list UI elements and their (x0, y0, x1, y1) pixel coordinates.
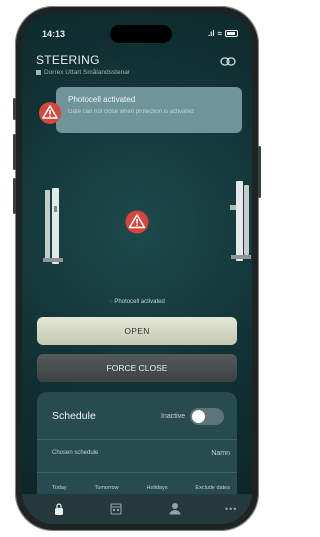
divider (37, 472, 237, 473)
volume-down-button (13, 178, 16, 214)
bottom-nav: ••• (22, 494, 252, 524)
alert-status-icon (125, 210, 149, 234)
volume-up-button (13, 134, 16, 170)
side-button (13, 98, 16, 120)
tab-today[interactable]: Today (52, 485, 67, 491)
status-icons: .ıl ≈ (208, 29, 238, 38)
user-icon[interactable] (169, 502, 181, 515)
chosen-schedule-label: Chosen schedule (52, 450, 99, 456)
battery-icon (225, 30, 238, 37)
site-subtitle: Dorrex Uttart Smålandsstenar (36, 69, 130, 76)
photocell-status-text: Photocell activated (114, 299, 165, 305)
tab-tomorrow[interactable]: Tomorrow (95, 485, 119, 491)
photocell-status: ◌ Photocell activated (22, 299, 252, 305)
notification-message: Gate can not close when protection is ac… (68, 109, 194, 115)
tab-exclude-dates[interactable]: Exclude dates (195, 485, 230, 491)
chosen-schedule-row[interactable]: Chosen schedule Namn (52, 450, 230, 457)
schedule-status: Inactive (161, 413, 186, 420)
signal-icon: .ıl (207, 29, 215, 38)
schedule-toggle[interactable] (190, 408, 224, 425)
force-close-button[interactable]: FORCE CLOSE (37, 354, 237, 382)
building-icon (36, 70, 41, 75)
power-button (258, 146, 261, 198)
notification-banner[interactable]: Photocell activated Gate can not close w… (56, 87, 242, 133)
schedule-tabs: Today Tomorrow Holidays Exclude dates (52, 485, 230, 491)
schedule-title: Schedule (52, 410, 96, 422)
warning-icon (39, 102, 61, 124)
more-icon[interactable]: ••• (225, 504, 237, 514)
notification-title: Photocell activated (68, 95, 136, 104)
tab-holidays[interactable]: Holidays (147, 485, 168, 491)
chosen-schedule-value: Namn (211, 450, 230, 457)
site-name: Dorrex Uttart Smålandsstenar (44, 69, 130, 76)
status-time: 14:13 (42, 29, 66, 39)
page-title: STEERING (36, 53, 100, 67)
gate-post-left (43, 188, 63, 264)
app-screen: 14:13 .ıl ≈ STEERING Dorrex Uttart Småla… (22, 13, 252, 524)
divider (37, 439, 237, 440)
wifi-icon: ≈ (217, 29, 222, 38)
dynamic-island (110, 25, 172, 43)
lock-icon[interactable] (54, 502, 64, 516)
gate-post-right (230, 181, 251, 261)
calendar-icon[interactable] (110, 502, 122, 515)
open-button[interactable]: OPEN (37, 317, 237, 345)
link-icon[interactable] (220, 57, 236, 66)
